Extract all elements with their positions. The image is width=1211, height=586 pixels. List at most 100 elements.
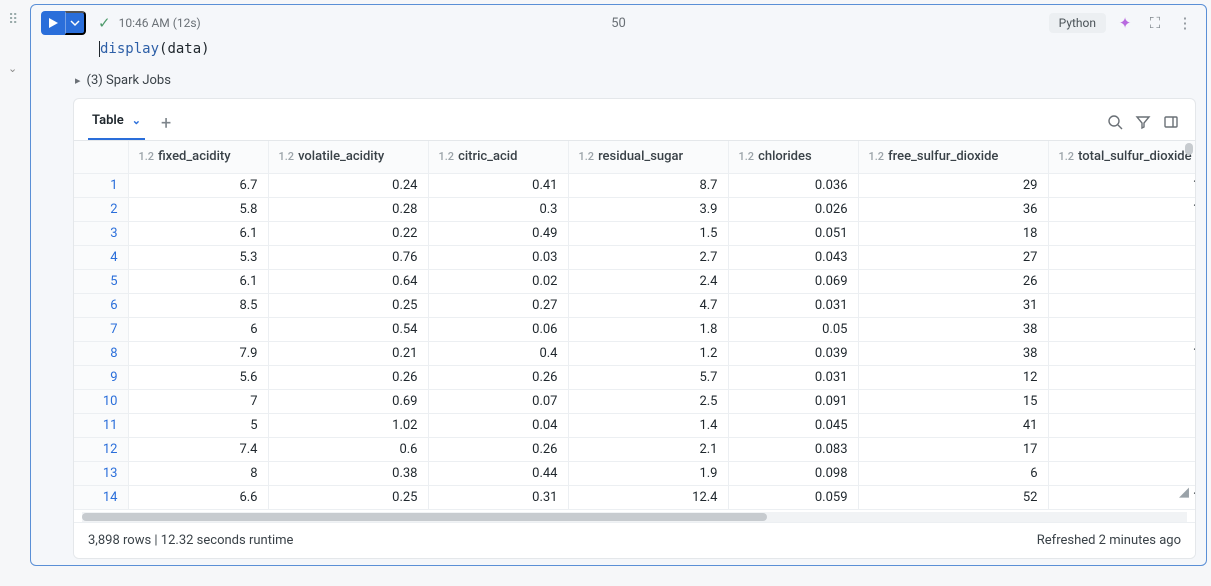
data-cell[interactable]: 0.051 xyxy=(728,221,858,245)
table-row[interactable]: 25.80.280.33.90.0263610 xyxy=(74,197,1195,221)
kebab-menu-icon[interactable]: ⋮ xyxy=(1174,12,1196,34)
data-cell[interactable]: 0.22 xyxy=(268,221,428,245)
table-row[interactable]: 760.540.061.80.05388 xyxy=(74,317,1195,341)
data-cell[interactable]: 6.1 xyxy=(128,221,268,245)
data-cell[interactable]: 14 xyxy=(1048,173,1195,197)
data-cell[interactable]: 0.26 xyxy=(428,365,568,389)
table-row[interactable]: 68.50.250.274.70.031319 xyxy=(74,293,1195,317)
data-cell[interactable]: 9 xyxy=(1048,437,1195,461)
data-cell[interactable]: 1.9 xyxy=(568,461,728,485)
row-number-cell[interactable]: 13 xyxy=(74,461,128,485)
row-number-cell[interactable]: 2 xyxy=(74,197,128,221)
data-cell[interactable]: 5.3 xyxy=(128,245,268,269)
data-cell[interactable]: 6.1 xyxy=(128,269,268,293)
column-header[interactable]: 1.2fixed_acidity xyxy=(128,141,268,173)
data-cell[interactable]: 41 xyxy=(858,413,1048,437)
add-tab-button[interactable]: + xyxy=(155,113,177,134)
data-cell[interactable]: 8 xyxy=(1048,413,1195,437)
chevron-down-icon[interactable]: ⌄ xyxy=(132,114,141,127)
row-number-cell[interactable]: 4 xyxy=(74,245,128,269)
spark-jobs-toggle[interactable]: ▸ (3) Spark Jobs xyxy=(31,67,1206,98)
row-number-cell[interactable]: 3 xyxy=(74,221,128,245)
run-button[interactable] xyxy=(41,11,65,35)
data-cell[interactable]: 10 xyxy=(1048,341,1195,365)
data-cell[interactable]: 0.26 xyxy=(268,365,428,389)
data-cell[interactable]: 4.7 xyxy=(568,293,728,317)
data-cell[interactable]: 0.27 xyxy=(428,293,568,317)
data-cell[interactable]: 5 xyxy=(128,413,268,437)
column-header[interactable]: 1.2chlorides xyxy=(728,141,858,173)
data-cell[interactable]: 18 xyxy=(858,221,1048,245)
data-cell[interactable]: 5.8 xyxy=(128,197,268,221)
data-cell[interactable]: 0.25 xyxy=(268,485,428,509)
data-cell[interactable]: 9 xyxy=(1048,293,1195,317)
row-number-header[interactable] xyxy=(74,141,128,173)
data-cell[interactable]: 0.26 xyxy=(428,437,568,461)
collapse-caret-icon[interactable]: ⌄ xyxy=(8,62,17,75)
data-cell[interactable]: 36 xyxy=(858,197,1048,221)
table-row[interactable]: 1380.380.441.90.09861 xyxy=(74,461,1195,485)
data-cell[interactable]: 6.6 xyxy=(128,485,268,509)
data-cell[interactable]: 12.4 xyxy=(568,485,728,509)
data-cell[interactable]: 0.083 xyxy=(728,437,858,461)
data-cell[interactable]: 7.9 xyxy=(128,341,268,365)
table-row[interactable]: 45.30.760.032.70.043279 xyxy=(74,245,1195,269)
data-cell[interactable]: 18 xyxy=(1048,485,1195,509)
data-cell[interactable]: 52 xyxy=(858,485,1048,509)
tab-table[interactable]: Table ⌄ xyxy=(88,107,145,140)
column-header[interactable]: 1.2citric_acid xyxy=(428,141,568,173)
data-cell[interactable]: 1.2 xyxy=(568,341,728,365)
language-chip[interactable]: Python xyxy=(1049,13,1106,33)
assistant-sparkle-icon[interactable]: ✦ xyxy=(1114,12,1136,34)
code-editor[interactable]: display(data) xyxy=(31,37,1206,67)
data-cell[interactable]: 0.54 xyxy=(268,317,428,341)
data-cell[interactable]: 0.69 xyxy=(268,389,428,413)
row-number-cell[interactable]: 10 xyxy=(74,389,128,413)
table-row[interactable]: 87.90.210.41.20.0393810 xyxy=(74,341,1195,365)
drag-handle-icon[interactable]: ⠿ xyxy=(8,12,18,28)
data-cell[interactable]: 0.039 xyxy=(728,341,858,365)
data-cell[interactable]: 0.031 xyxy=(728,365,858,389)
row-number-cell[interactable]: 6 xyxy=(74,293,128,317)
data-cell[interactable]: 2.5 xyxy=(568,389,728,413)
horizontal-scrollbar-track[interactable] xyxy=(82,512,1187,522)
table-row[interactable]: 56.10.640.022.40.069264 xyxy=(74,269,1195,293)
row-number-cell[interactable]: 7 xyxy=(74,317,128,341)
data-cell[interactable]: 0.6 xyxy=(268,437,428,461)
data-cell[interactable]: 12 xyxy=(858,365,1048,389)
data-cell[interactable]: 0.07 xyxy=(428,389,568,413)
data-cell[interactable]: 0.24 xyxy=(268,173,428,197)
data-cell[interactable]: 5.7 xyxy=(568,365,728,389)
horizontal-scrollbar-thumb[interactable] xyxy=(82,513,767,521)
data-cell[interactable]: 6 xyxy=(858,461,1048,485)
data-cell[interactable]: 9 xyxy=(1048,245,1195,269)
data-cell[interactable]: 8 xyxy=(1048,221,1195,245)
data-cell[interactable]: 8.5 xyxy=(128,293,268,317)
data-cell[interactable]: 0.49 xyxy=(428,221,568,245)
data-cell[interactable]: 0.091 xyxy=(728,389,858,413)
column-header[interactable]: 1.2free_sulfur_dioxide xyxy=(858,141,1048,173)
data-cell[interactable]: 0.05 xyxy=(728,317,858,341)
data-cell[interactable]: 0.031 xyxy=(728,293,858,317)
data-cell[interactable]: 5.6 xyxy=(128,365,268,389)
data-cell[interactable]: 0.3 xyxy=(428,197,568,221)
data-cell[interactable]: 0.026 xyxy=(728,197,858,221)
data-cell[interactable]: 0.059 xyxy=(728,485,858,509)
data-cell[interactable]: 0.03 xyxy=(428,245,568,269)
data-cell[interactable]: 7 xyxy=(128,389,268,413)
data-cell[interactable]: 6 xyxy=(128,317,268,341)
data-cell[interactable]: 15 xyxy=(858,389,1048,413)
row-number-cell[interactable]: 8 xyxy=(74,341,128,365)
data-cell[interactable]: 38 xyxy=(858,341,1048,365)
data-cell[interactable]: 0.25 xyxy=(268,293,428,317)
data-cell[interactable]: 1.02 xyxy=(268,413,428,437)
data-cell[interactable]: 0.043 xyxy=(728,245,858,269)
data-cell[interactable]: 7.4 xyxy=(128,437,268,461)
row-number-cell[interactable]: 11 xyxy=(74,413,128,437)
column-header[interactable]: 1.2total_sulfur_dioxide xyxy=(1048,141,1195,173)
data-cell[interactable]: 31 xyxy=(858,293,1048,317)
data-cell[interactable]: 0.41 xyxy=(428,173,568,197)
data-cell[interactable]: 1.4 xyxy=(568,413,728,437)
data-cell[interactable]: 26 xyxy=(858,269,1048,293)
data-cell[interactable]: 0.045 xyxy=(728,413,858,437)
